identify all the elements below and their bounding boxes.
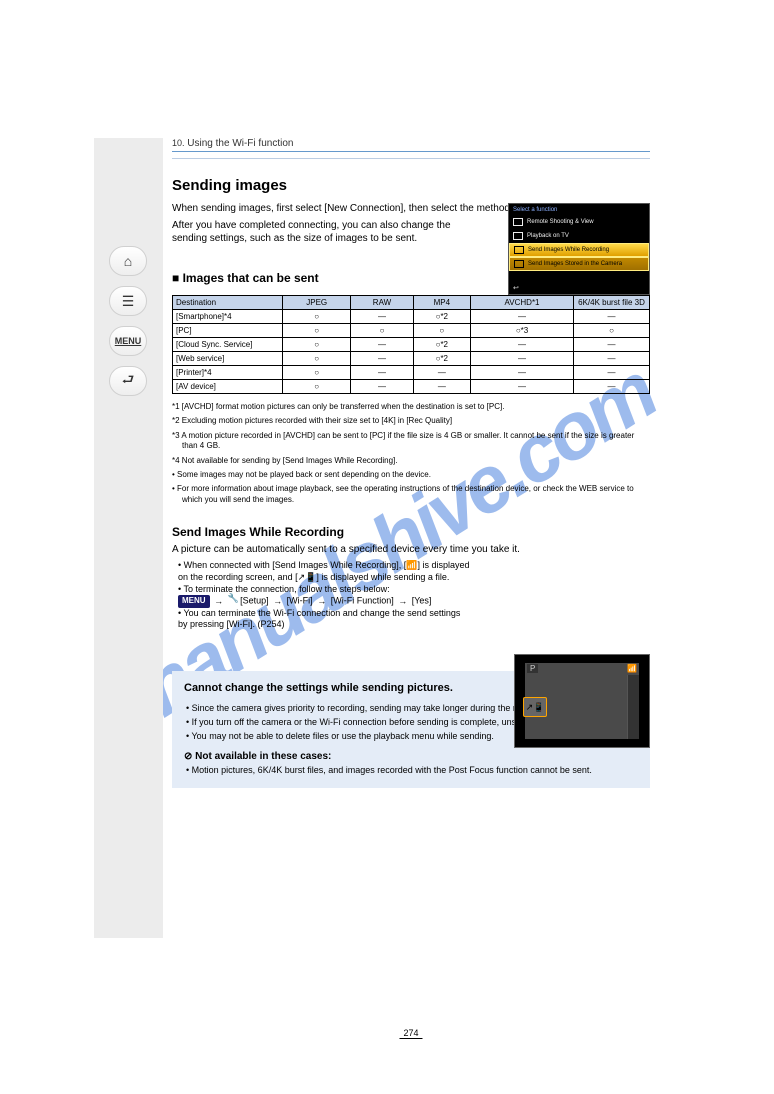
ss1-title: Select a function xyxy=(509,204,649,215)
step-wifi-func: [Wi-Fi Function] xyxy=(331,596,394,606)
table-row: [Web service]○—○*2—— xyxy=(173,352,650,366)
send-icon xyxy=(514,246,524,254)
header-title: Using the Wi-Fi function xyxy=(187,138,293,149)
separator xyxy=(172,158,650,159)
camera-rec-screenshot: P 📶 ↗📱 xyxy=(514,654,650,748)
table-row: [Smartphone]*4○—○*2—— xyxy=(173,310,650,324)
step3: You can terminate the Wi-Fi connection a… xyxy=(172,608,472,631)
note3: *3 A motion picture recorded in [AVCHD] … xyxy=(172,431,650,452)
step2a-text: To terminate the connection, follow the … xyxy=(184,584,390,594)
sub-heading: Send Images While Recording xyxy=(172,525,650,539)
ss2-sidebar xyxy=(627,675,639,739)
send-stored-icon xyxy=(514,260,524,268)
header-num: 10. xyxy=(172,138,185,148)
menu-chip: MENU xyxy=(178,595,210,607)
page-number: 274 xyxy=(399,1028,422,1039)
home-icon[interactable]: ⌂ xyxy=(109,246,147,276)
th-avchd: AVCHD*1 xyxy=(471,296,574,310)
note-bullet2-text: For more information about image playbac… xyxy=(177,484,634,503)
ss1-label: Send Images While Recording xyxy=(528,247,609,253)
list-icon[interactable]: ☰ xyxy=(109,286,147,316)
ss1-back-icon: ↩ xyxy=(513,284,519,292)
section-title: Sending images xyxy=(172,177,650,194)
intro2: After you have completed connecting, you… xyxy=(172,219,482,245)
note-bullet2: • For more information about image playb… xyxy=(172,484,650,505)
ss1-row-remote: Remote Shooting & View xyxy=(509,215,649,229)
ss1-label: Send Images Stored in the Camera xyxy=(528,261,622,267)
th-jpeg: JPEG xyxy=(283,296,351,310)
sub-desc: A picture can be automatically sent to a… xyxy=(172,543,650,556)
ss2-wifi-icon: 📶 xyxy=(627,664,637,673)
table-row: [PC]○○○○*3○ xyxy=(173,324,650,338)
step-wifi: [Wi-Fi] xyxy=(287,596,313,606)
tip-na-title-text: Not available in these cases: xyxy=(195,751,331,762)
camera-menu-screenshot: Select a function Remote Shooting & View… xyxy=(508,203,650,295)
arrow-icon: → xyxy=(271,596,284,606)
phone-icon xyxy=(513,218,523,226)
tip-na-title: ⊘ Not available in these cases: xyxy=(184,750,638,764)
wrench-icon xyxy=(228,596,238,606)
table-notes: *1 [AVCHD] format motion pictures can on… xyxy=(172,402,650,505)
back-icon[interactable]: ⮐ xyxy=(109,366,147,396)
arrow-icon: → xyxy=(212,596,225,606)
tv-icon xyxy=(513,232,523,240)
th-mp4: MP4 xyxy=(413,296,470,310)
step1: When connected with [Send Images While R… xyxy=(172,560,472,583)
ss2-highlight-icon: ↗📱 xyxy=(523,697,547,717)
ss1-row-stored: Send Images Stored in the Camera xyxy=(509,257,649,271)
ss1-row-tv: Playback on TV xyxy=(509,229,649,243)
sidebar: ⌂ ☰ MENU ⮐ xyxy=(94,138,163,938)
wifi-icon: 📶 xyxy=(406,560,417,572)
note2: *2 Excluding motion pictures recorded wi… xyxy=(172,416,650,426)
send-arrow-icon: ↗📱 xyxy=(298,572,317,584)
table-row: [Cloud Sync. Service]○—○*2—— xyxy=(173,338,650,352)
menu-button[interactable]: MENU xyxy=(109,326,147,356)
compatibility-table: Destination JPEG RAW MP4 AVCHD*1 6K/4K b… xyxy=(172,295,650,394)
tip-na: Motion pictures, 6K/4K burst files, and … xyxy=(186,764,638,776)
ss1-label: Playback on TV xyxy=(527,233,569,239)
th-raw: RAW xyxy=(351,296,413,310)
note-bullet1: • Some images may not be played back or … xyxy=(172,470,650,480)
table-row: [Printer]*4○———— xyxy=(173,366,650,380)
note4: *4 Not available for sending by [Send Im… xyxy=(172,456,650,466)
note-bullet1-text: Some images may not be played back or se… xyxy=(177,470,431,479)
page-header: 10. Using the Wi-Fi function xyxy=(172,138,650,152)
th-dest: Destination xyxy=(173,296,283,310)
table-row: [AV device]○———— xyxy=(173,380,650,394)
ss2-mode: P xyxy=(527,664,538,673)
arrow-icon: → xyxy=(396,596,409,606)
step-yes: [Yes] xyxy=(412,596,432,606)
arrow-icon: → xyxy=(315,596,328,606)
table-heading-text: Images that can be sent xyxy=(183,271,319,285)
step-setup: [Setup] xyxy=(240,596,269,606)
ss1-label: Remote Shooting & View xyxy=(527,219,594,225)
step2: To terminate the connection, follow the … xyxy=(172,584,472,608)
note1: *1 [AVCHD] format motion pictures can on… xyxy=(172,402,650,412)
ss1-row-selected: Send Images While Recording xyxy=(509,243,649,257)
th-6k4k: 6K/4K burst file 3D xyxy=(574,296,650,310)
